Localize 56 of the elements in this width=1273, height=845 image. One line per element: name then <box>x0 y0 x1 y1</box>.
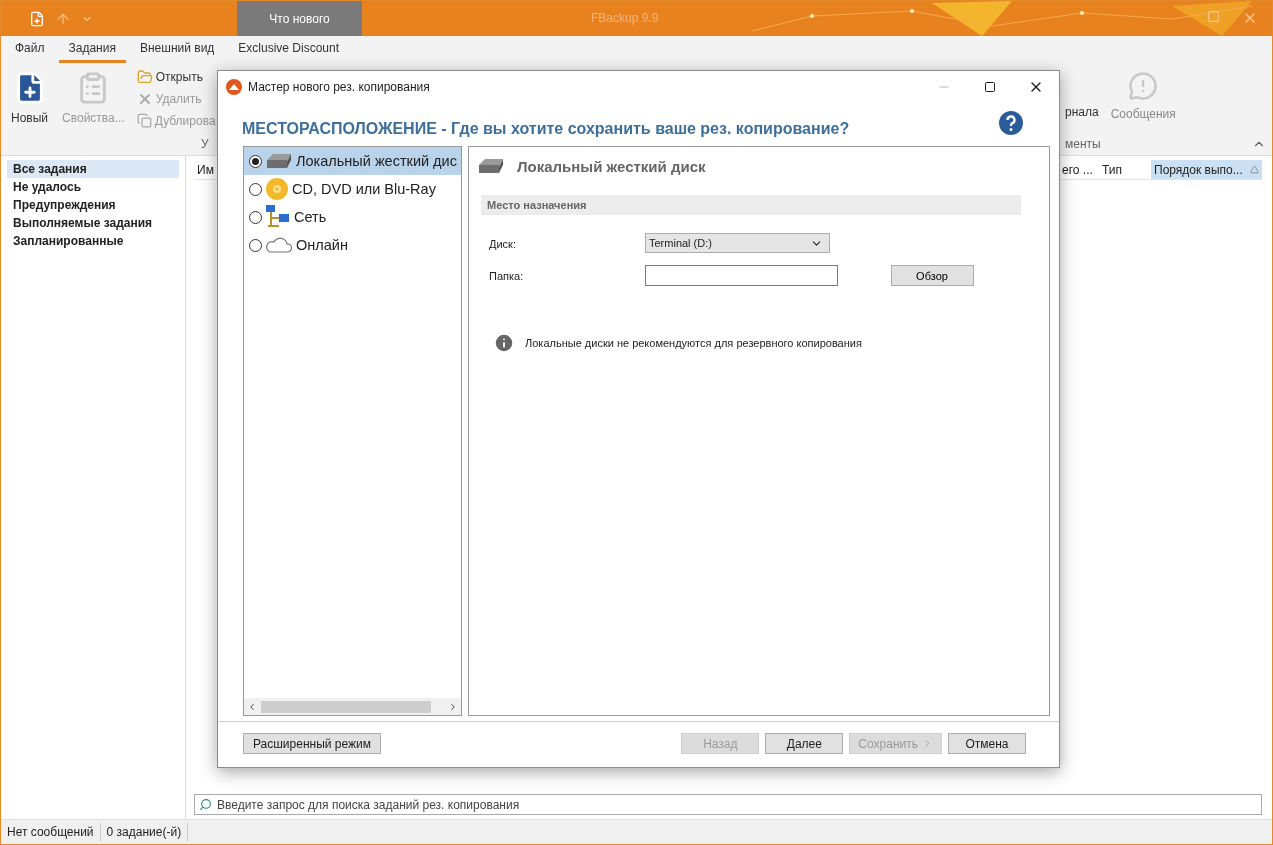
sidebar-item[interactable]: Выполняемые задания <box>7 214 179 232</box>
whats-new-tab[interactable]: Что нового <box>237 1 362 36</box>
window-title: FBackup 9.9 <box>591 11 659 25</box>
help-icon[interactable] <box>999 111 1023 135</box>
column-header[interactable]: Тип <box>1099 160 1151 179</box>
hard-drive-icon <box>265 152 293 170</box>
folder-icon <box>136 69 153 85</box>
sidebar-item[interactable]: Все задания <box>7 160 179 178</box>
maximize-icon[interactable] <box>984 80 996 93</box>
info-icon <box>493 332 515 354</box>
scroll-right-icon[interactable] <box>448 701 458 712</box>
search-field[interactable]: Введите запрос для поиска заданий рез. копирования <box>194 794 1262 815</box>
browse-button[interactable]: Обзор <box>890 265 974 286</box>
dialog-title: Мастер нового рез. копирования <box>248 79 430 94</box>
location-item[interactable]: Сеть <box>244 203 461 231</box>
field-label: Диск: <box>489 237 517 250</box>
location-item[interactable]: Локальный жесткий дис <box>244 147 461 175</box>
field-label: Папка: <box>489 269 525 282</box>
dialog-heading: МЕСТОРАСПОЛОЖЕНИЕ - Где вы хотите сохранить ваше рез. копирование? <box>242 119 851 138</box>
ribbon-button-label[interactable]: рнала <box>1065 105 1099 119</box>
sidebar-item[interactable]: Запланированные <box>7 232 179 250</box>
new-file-icon[interactable] <box>29 10 45 27</box>
location-item[interactable]: Онлайн <box>244 231 461 259</box>
sort-icon <box>1250 165 1259 174</box>
speech-bubble-icon <box>1128 71 1159 101</box>
folder-field[interactable] <box>645 265 838 286</box>
section-header: Место назначения <box>481 195 1021 215</box>
app-logo-icon <box>226 78 242 95</box>
new-button[interactable]: Новый <box>9 69 51 155</box>
disc-icon <box>265 177 289 201</box>
ribbon-tab[interactable]: Exclusive Discount <box>228 41 350 63</box>
network-icon <box>265 204 291 230</box>
advanced-button[interactable]: Расширенный режим <box>243 733 381 754</box>
column-header[interactable]: Порядок выпо... <box>1151 160 1262 179</box>
cancel-button[interactable]: Отмена <box>948 733 1026 754</box>
status-text: Нет сообщений <box>1 823 101 841</box>
sidebar-item[interactable]: Предупреждения <box>7 196 179 214</box>
search-icon <box>199 798 212 811</box>
column-header[interactable]: его ... <box>1059 160 1099 179</box>
status-text: 0 задание(-й) <box>100 823 189 841</box>
panel-title: Локальный жесткий диск <box>517 157 706 175</box>
location-item[interactable]: CD, DVD или Blu-Ray <box>244 175 461 203</box>
group-label: У <box>201 137 209 151</box>
disk-select[interactable]: Terminal (D:) <box>645 233 830 253</box>
next-button[interactable]: Далее <box>765 733 844 754</box>
group-label: менты <box>1065 137 1101 151</box>
ribbon-button-label[interactable]: Открыть <box>155 70 203 84</box>
ribbon-tab[interactable]: Внешний вид <box>129 41 225 63</box>
sidebar-item[interactable]: Не удалось <box>7 178 179 196</box>
cloud-icon <box>265 236 293 254</box>
ribbon-tab[interactable]: Файл <box>5 41 55 63</box>
copy-icon <box>136 113 152 128</box>
scroll-left-icon[interactable] <box>247 701 257 712</box>
note-text: Локальные диски не рекомендуются для резервного копирования <box>525 337 862 349</box>
hard-drive-icon <box>477 157 505 175</box>
horizontal-scrollbar[interactable] <box>244 698 461 715</box>
